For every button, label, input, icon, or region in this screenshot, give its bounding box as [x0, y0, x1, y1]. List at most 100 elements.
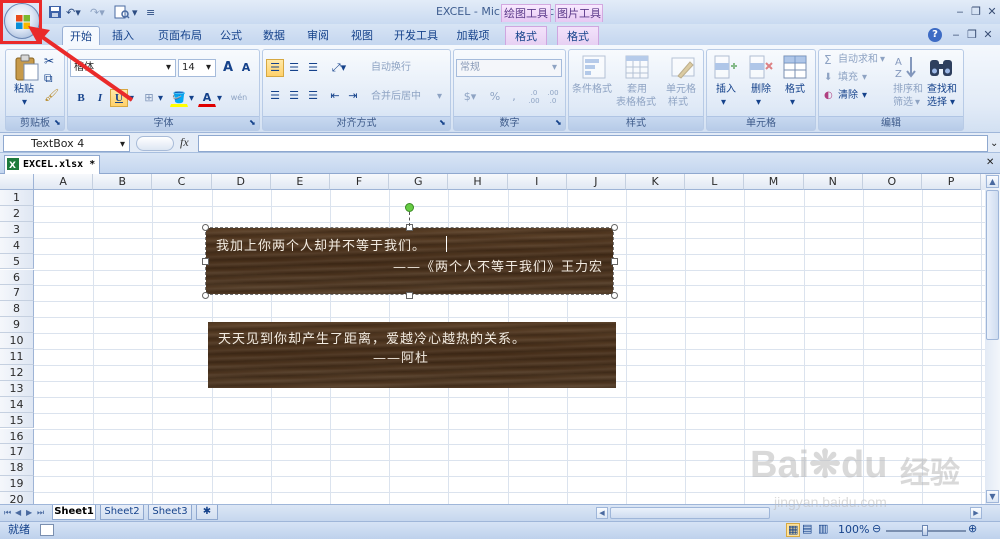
- clear-chevron-down-icon[interactable]: ▾: [862, 90, 867, 102]
- format-cells-icon[interactable]: [782, 54, 808, 83]
- column-header[interactable]: L: [685, 174, 745, 190]
- find-chevron-down-icon[interactable]: ▾: [950, 97, 955, 109]
- column-header[interactable]: P: [922, 174, 982, 190]
- row-header[interactable]: 11: [0, 349, 34, 365]
- format-as-table-icon[interactable]: [624, 54, 650, 83]
- scroll-right-icon[interactable]: ▶: [970, 507, 982, 519]
- row-header[interactable]: 18: [0, 460, 34, 477]
- find-select-label-2[interactable]: 选择: [927, 97, 947, 109]
- tab-view[interactable]: 视图: [344, 26, 380, 46]
- name-box-chevron-down-icon[interactable]: ▾: [120, 139, 125, 151]
- textbox-4[interactable]: 我加上你两个人却并不等于我们。 ——《两个人不等于我们》王力宏: [206, 228, 613, 294]
- decrease-indent-icon[interactable]: ⇤: [326, 87, 344, 105]
- number-dialog-launcher-icon[interactable]: ⬊: [555, 117, 562, 129]
- row-header[interactable]: 9: [0, 317, 34, 334]
- merge-chevron-down-icon[interactable]: ▾: [437, 91, 442, 103]
- tab-page-layout[interactable]: 页面布局: [150, 26, 210, 46]
- phonetic-button[interactable]: wén: [228, 89, 250, 107]
- tab-developer[interactable]: 开发工具: [388, 26, 444, 46]
- insert-cells-icon[interactable]: [713, 54, 739, 83]
- delete-cells-label[interactable]: 删除: [751, 84, 771, 96]
- fill-chevron-down-icon[interactable]: ▾: [862, 72, 867, 84]
- borders-icon[interactable]: ⊞: [140, 89, 158, 107]
- column-header[interactable]: M: [744, 174, 804, 190]
- number-format-chevron-down-icon[interactable]: ▾: [552, 62, 557, 74]
- delete-chevron-down-icon[interactable]: ▾: [756, 97, 761, 109]
- align-middle-icon[interactable]: ☰: [285, 59, 303, 77]
- page-break-view-icon[interactable]: ▥: [818, 523, 828, 535]
- font-color-chevron-down-icon[interactable]: ▾: [217, 93, 222, 105]
- column-header[interactable]: E: [270, 174, 330, 190]
- font-color-button[interactable]: A: [198, 89, 216, 107]
- row-header[interactable]: 2: [0, 205, 34, 222]
- close-icon[interactable]: ✕: [984, 4, 1000, 20]
- textbox-5[interactable]: 天天见到你却产生了距离，爱越冷心越热的关系。 ——阿杜: [208, 322, 616, 388]
- row-header[interactable]: 6: [0, 269, 34, 286]
- align-right-icon[interactable]: ☰: [304, 87, 322, 105]
- tab-formulas[interactable]: 公式: [214, 26, 248, 46]
- autosum-button[interactable]: 自动求和: [838, 54, 878, 66]
- column-header[interactable]: F: [330, 174, 390, 190]
- ribbon-close-icon[interactable]: ✕: [980, 27, 996, 43]
- comma-button[interactable]: ,: [505, 88, 523, 106]
- percent-button[interactable]: %: [486, 88, 504, 106]
- format-cells-label[interactable]: 格式: [785, 84, 805, 96]
- row-header[interactable]: 5: [0, 253, 34, 270]
- column-header[interactable]: J: [566, 174, 626, 190]
- insert-chevron-down-icon[interactable]: ▾: [721, 97, 726, 109]
- save-icon[interactable]: [48, 5, 62, 21]
- qat-chevron-down-icon[interactable]: ▾: [132, 5, 138, 21]
- column-header[interactable]: H: [448, 174, 508, 190]
- sheet-tab-sheet3[interactable]: Sheet3: [148, 505, 192, 520]
- tab-data[interactable]: 数据: [256, 26, 292, 46]
- resize-handle-nw[interactable]: [202, 224, 209, 231]
- autosum-icon[interactable]: Σ: [824, 54, 832, 66]
- resize-handle-ne[interactable]: [611, 224, 618, 231]
- restore-icon[interactable]: ❐: [968, 4, 984, 20]
- column-header[interactable]: O: [862, 174, 922, 190]
- zoom-in-icon[interactable]: ⊕: [968, 523, 977, 535]
- row-header[interactable]: 16: [0, 428, 34, 445]
- find-select-icon[interactable]: [928, 54, 954, 83]
- scroll-up-icon[interactable]: ▲: [986, 175, 999, 188]
- name-box[interactable]: TextBox 4: [3, 135, 130, 152]
- formula-bar-handle[interactable]: [136, 136, 174, 151]
- alignment-dialog-launcher-icon[interactable]: ⬊: [439, 117, 446, 129]
- cell-styles-icon[interactable]: [670, 54, 696, 83]
- tab-drawing-format[interactable]: 格式: [505, 26, 547, 46]
- clipboard-dialog-launcher-icon[interactable]: ⬊: [54, 117, 61, 129]
- column-header[interactable]: C: [152, 174, 212, 190]
- vertical-scroll-thumb[interactable]: [986, 190, 999, 340]
- textbox-4-selection[interactable]: 我加上你两个人却并不等于我们。 ——《两个人不等于我们》王力宏: [205, 227, 614, 295]
- resize-handle-se[interactable]: [611, 292, 618, 299]
- sort-chevron-down-icon[interactable]: ▾: [915, 97, 920, 109]
- scroll-down-icon[interactable]: ▼: [986, 490, 999, 503]
- insert-function-button[interactable]: fx: [180, 136, 189, 148]
- font-size-chevron-down-icon[interactable]: ▾: [206, 62, 211, 74]
- vertical-scrollbar[interactable]: ▲ ▼: [985, 174, 1000, 504]
- row-header[interactable]: 20: [0, 492, 34, 504]
- fill-color-icon[interactable]: 🪣: [170, 89, 188, 107]
- column-header[interactable]: I: [507, 174, 567, 190]
- align-center-icon[interactable]: ☰: [285, 87, 303, 105]
- align-top-icon[interactable]: ☰: [266, 59, 284, 77]
- increase-indent-icon[interactable]: ⇥: [344, 87, 362, 105]
- column-header[interactable]: G: [389, 174, 449, 190]
- find-select-label[interactable]: 查找和: [927, 84, 957, 96]
- column-header[interactable]: A: [34, 174, 94, 190]
- zoom-slider-thumb[interactable]: [922, 525, 928, 536]
- row-header[interactable]: 4: [0, 237, 34, 254]
- normal-view-icon[interactable]: ▦: [786, 523, 801, 537]
- row-header[interactable]: 14: [0, 396, 34, 413]
- customize-qat-icon[interactable]: ≡: [146, 5, 155, 21]
- formula-input[interactable]: [198, 135, 988, 152]
- sheet-nav-first-icon[interactable]: ⏮: [4, 507, 11, 519]
- tab-picture-format[interactable]: 格式: [557, 26, 599, 46]
- font-name-chevron-down-icon[interactable]: ▾: [166, 62, 171, 74]
- align-left-icon[interactable]: ☰: [266, 87, 284, 105]
- sort-filter-label-2[interactable]: 筛选: [893, 97, 913, 109]
- row-header[interactable]: 19: [0, 476, 34, 493]
- orientation-icon[interactable]: ⤢▾: [326, 59, 352, 77]
- sheet-tab-sheet2[interactable]: Sheet2: [100, 505, 144, 520]
- sheet-nav-last-icon[interactable]: ⏭: [37, 507, 44, 519]
